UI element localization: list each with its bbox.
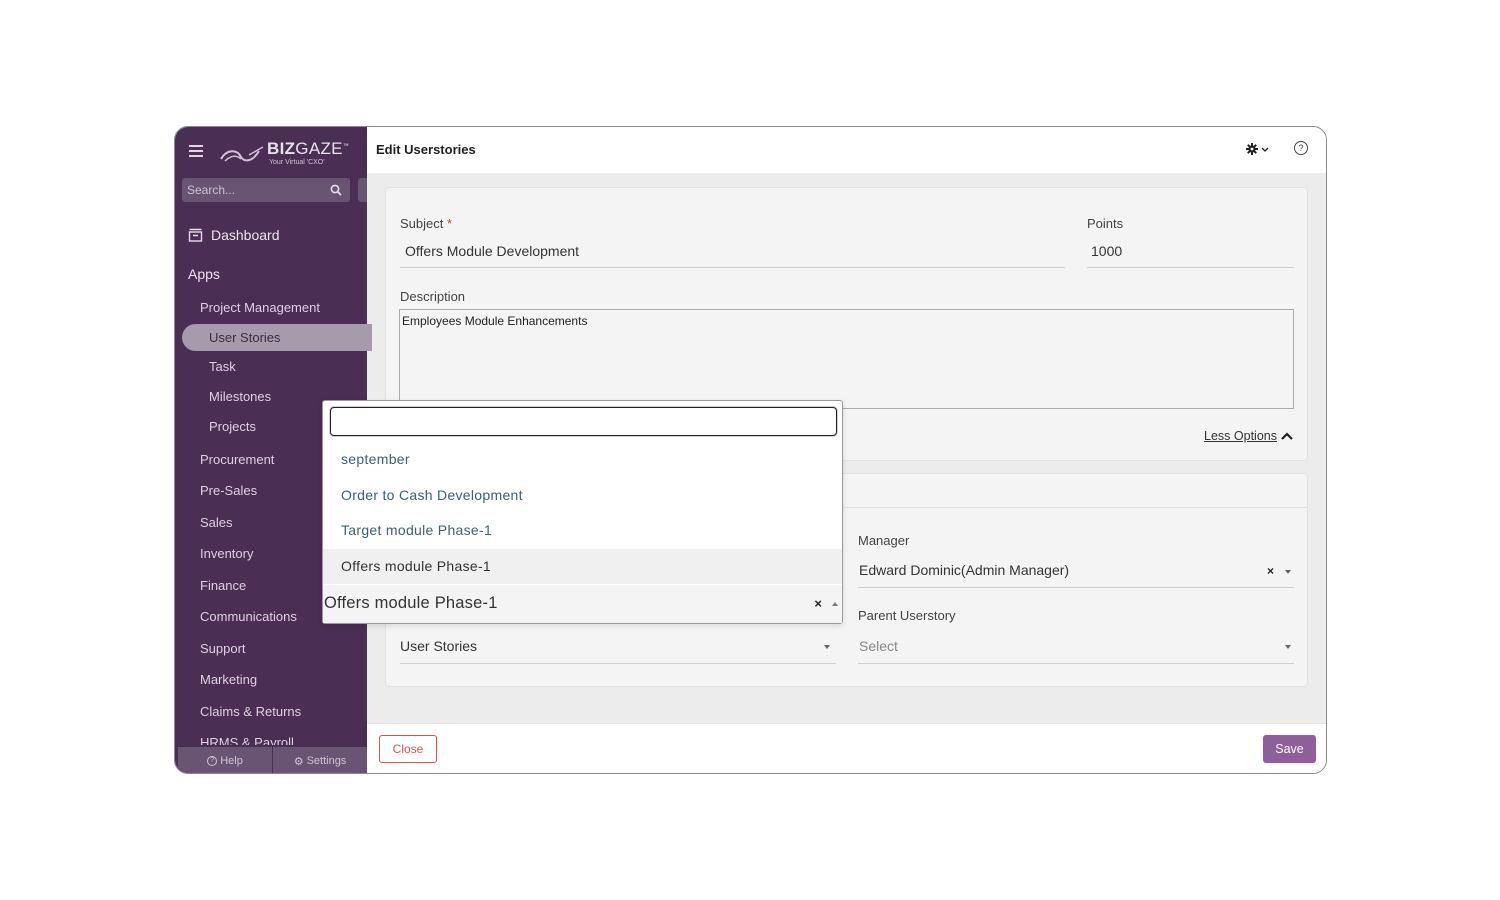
sidebar-item-label: User Stories <box>209 330 281 345</box>
sidebar-item-project-management[interactable]: Project Management <box>200 300 320 315</box>
modal-header: Edit Userstories ? <box>367 127 1326 173</box>
sidebar-item-pre-sales[interactable]: Pre-Sales <box>200 483 257 498</box>
sidebar-search <box>182 178 350 202</box>
sidebar-item-inventory[interactable]: Inventory <box>200 546 253 561</box>
dropdown-option[interactable]: september <box>323 442 842 477</box>
subject-label: Subject * <box>400 216 453 231</box>
milestone-dropdown: september Order to Cash Development Targ… <box>322 400 843 624</box>
sidebar-item-finance[interactable]: Finance <box>200 578 246 593</box>
modal-footer: Close Save <box>367 723 1326 773</box>
sidebar-item-milestones[interactable]: Milestones <box>209 389 271 404</box>
type-underline <box>400 663 836 664</box>
sidebar-item-marketing[interactable]: Marketing <box>200 672 257 687</box>
less-options-label: Less Options <box>1204 429 1277 443</box>
points-underline <box>1087 267 1294 268</box>
type-chevron-down-icon[interactable] <box>824 645 830 649</box>
brand-tagline: Your Virtual 'CXO' <box>269 159 325 166</box>
settings-label: Settings <box>306 755 347 767</box>
dropdown-search-input[interactable] <box>330 407 837 436</box>
sidebar-item-dashboard[interactable]: Dashboard <box>188 227 280 243</box>
dropdown-selected-value[interactable]: Offers module Phase-1 × <box>323 585 842 623</box>
type-select[interactable]: User Stories <box>400 638 477 654</box>
sidebar-item-projects[interactable]: Projects <box>209 419 256 434</box>
chevron-up-icon <box>1281 432 1293 440</box>
brand-name: BIZGAZE™ <box>267 139 350 158</box>
sidebar-item-sales[interactable]: Sales <box>200 515 233 530</box>
subject-field[interactable]: Offers Module Development <box>405 243 579 259</box>
sidebar-item-support[interactable]: Support <box>200 641 246 656</box>
brand-logo: BIZGAZE™ Your Virtual 'CXO' <box>219 137 349 167</box>
clear-selection-icon[interactable]: × <box>814 596 822 611</box>
hamburger-menu-icon[interactable] <box>189 145 203 157</box>
sidebar-item-label: Dashboard <box>211 227 280 243</box>
gear-icon <box>1246 143 1269 155</box>
help-icon[interactable]: ? <box>1294 141 1308 155</box>
points-field[interactable]: 1000 <box>1091 243 1122 259</box>
sidebar-search-input[interactable] <box>182 178 322 202</box>
sidebar-item-procurement[interactable]: Procurement <box>200 452 274 467</box>
parent-chevron-down-icon[interactable] <box>1285 645 1291 649</box>
sidebar-item-hrms-payroll[interactable]: HRMS & Payroll <box>200 735 294 745</box>
page-title: Edit Userstories <box>376 142 476 157</box>
manager-chevron-down-icon[interactable] <box>1285 570 1291 574</box>
sidebar-item-task[interactable]: Task <box>209 359 236 374</box>
sidebar-section-apps: Apps <box>188 266 220 282</box>
manager-label: Manager <box>858 533 910 548</box>
settings-dropdown-button[interactable] <box>1246 142 1270 156</box>
required-asterisk: * <box>447 216 453 231</box>
save-button[interactable]: Save <box>1263 735 1316 763</box>
manager-clear-icon[interactable]: × <box>1267 564 1274 578</box>
subject-underline <box>400 267 1065 268</box>
parent-userstory-select[interactable]: Select <box>859 638 898 654</box>
settings-button[interactable]: ⚙ Settings <box>273 747 367 773</box>
settings-gear-icon: ⚙ <box>293 755 304 768</box>
dropdown-option[interactable]: Order to Cash Development <box>323 478 842 513</box>
sidebar-item-claims-returns[interactable]: Claims & Returns <box>200 704 301 719</box>
help-label: Help <box>220 755 243 767</box>
sidebar-footer: ? Help ⚙ Settings <box>178 747 367 773</box>
search-icon[interactable] <box>330 184 342 196</box>
less-options-link[interactable]: Less Options <box>1204 429 1293 443</box>
help-button[interactable]: ? Help <box>178 747 273 773</box>
points-label: Points <box>1087 216 1124 231</box>
search-side-tab[interactable] <box>358 178 367 202</box>
description-label: Description <box>400 289 466 304</box>
selected-value-text: Offers module Phase-1 <box>324 594 498 612</box>
description-textarea[interactable]: Employees Module Enhancements <box>399 309 1294 409</box>
dashboard-icon <box>188 228 203 242</box>
dropdown-option[interactable]: Target module Phase-1 <box>323 513 842 548</box>
parent-userstory-label: Parent Userstory <box>858 608 956 623</box>
sidebar-item-user-stories[interactable]: User Stories <box>182 324 372 351</box>
help-circle-icon: ? <box>207 756 218 766</box>
close-button[interactable]: Close <box>379 735 437 763</box>
dropdown-option-highlighted[interactable]: Offers module Phase-1 <box>323 549 842 584</box>
manager-underline <box>858 587 1294 588</box>
logo-swirl-icon <box>220 146 264 162</box>
manager-select[interactable]: Edward Dominic(Admin Manager) <box>859 562 1069 578</box>
chevron-up-icon[interactable] <box>832 602 838 606</box>
sidebar-item-communications[interactable]: Communications <box>200 609 297 624</box>
parent-underline <box>858 663 1294 664</box>
